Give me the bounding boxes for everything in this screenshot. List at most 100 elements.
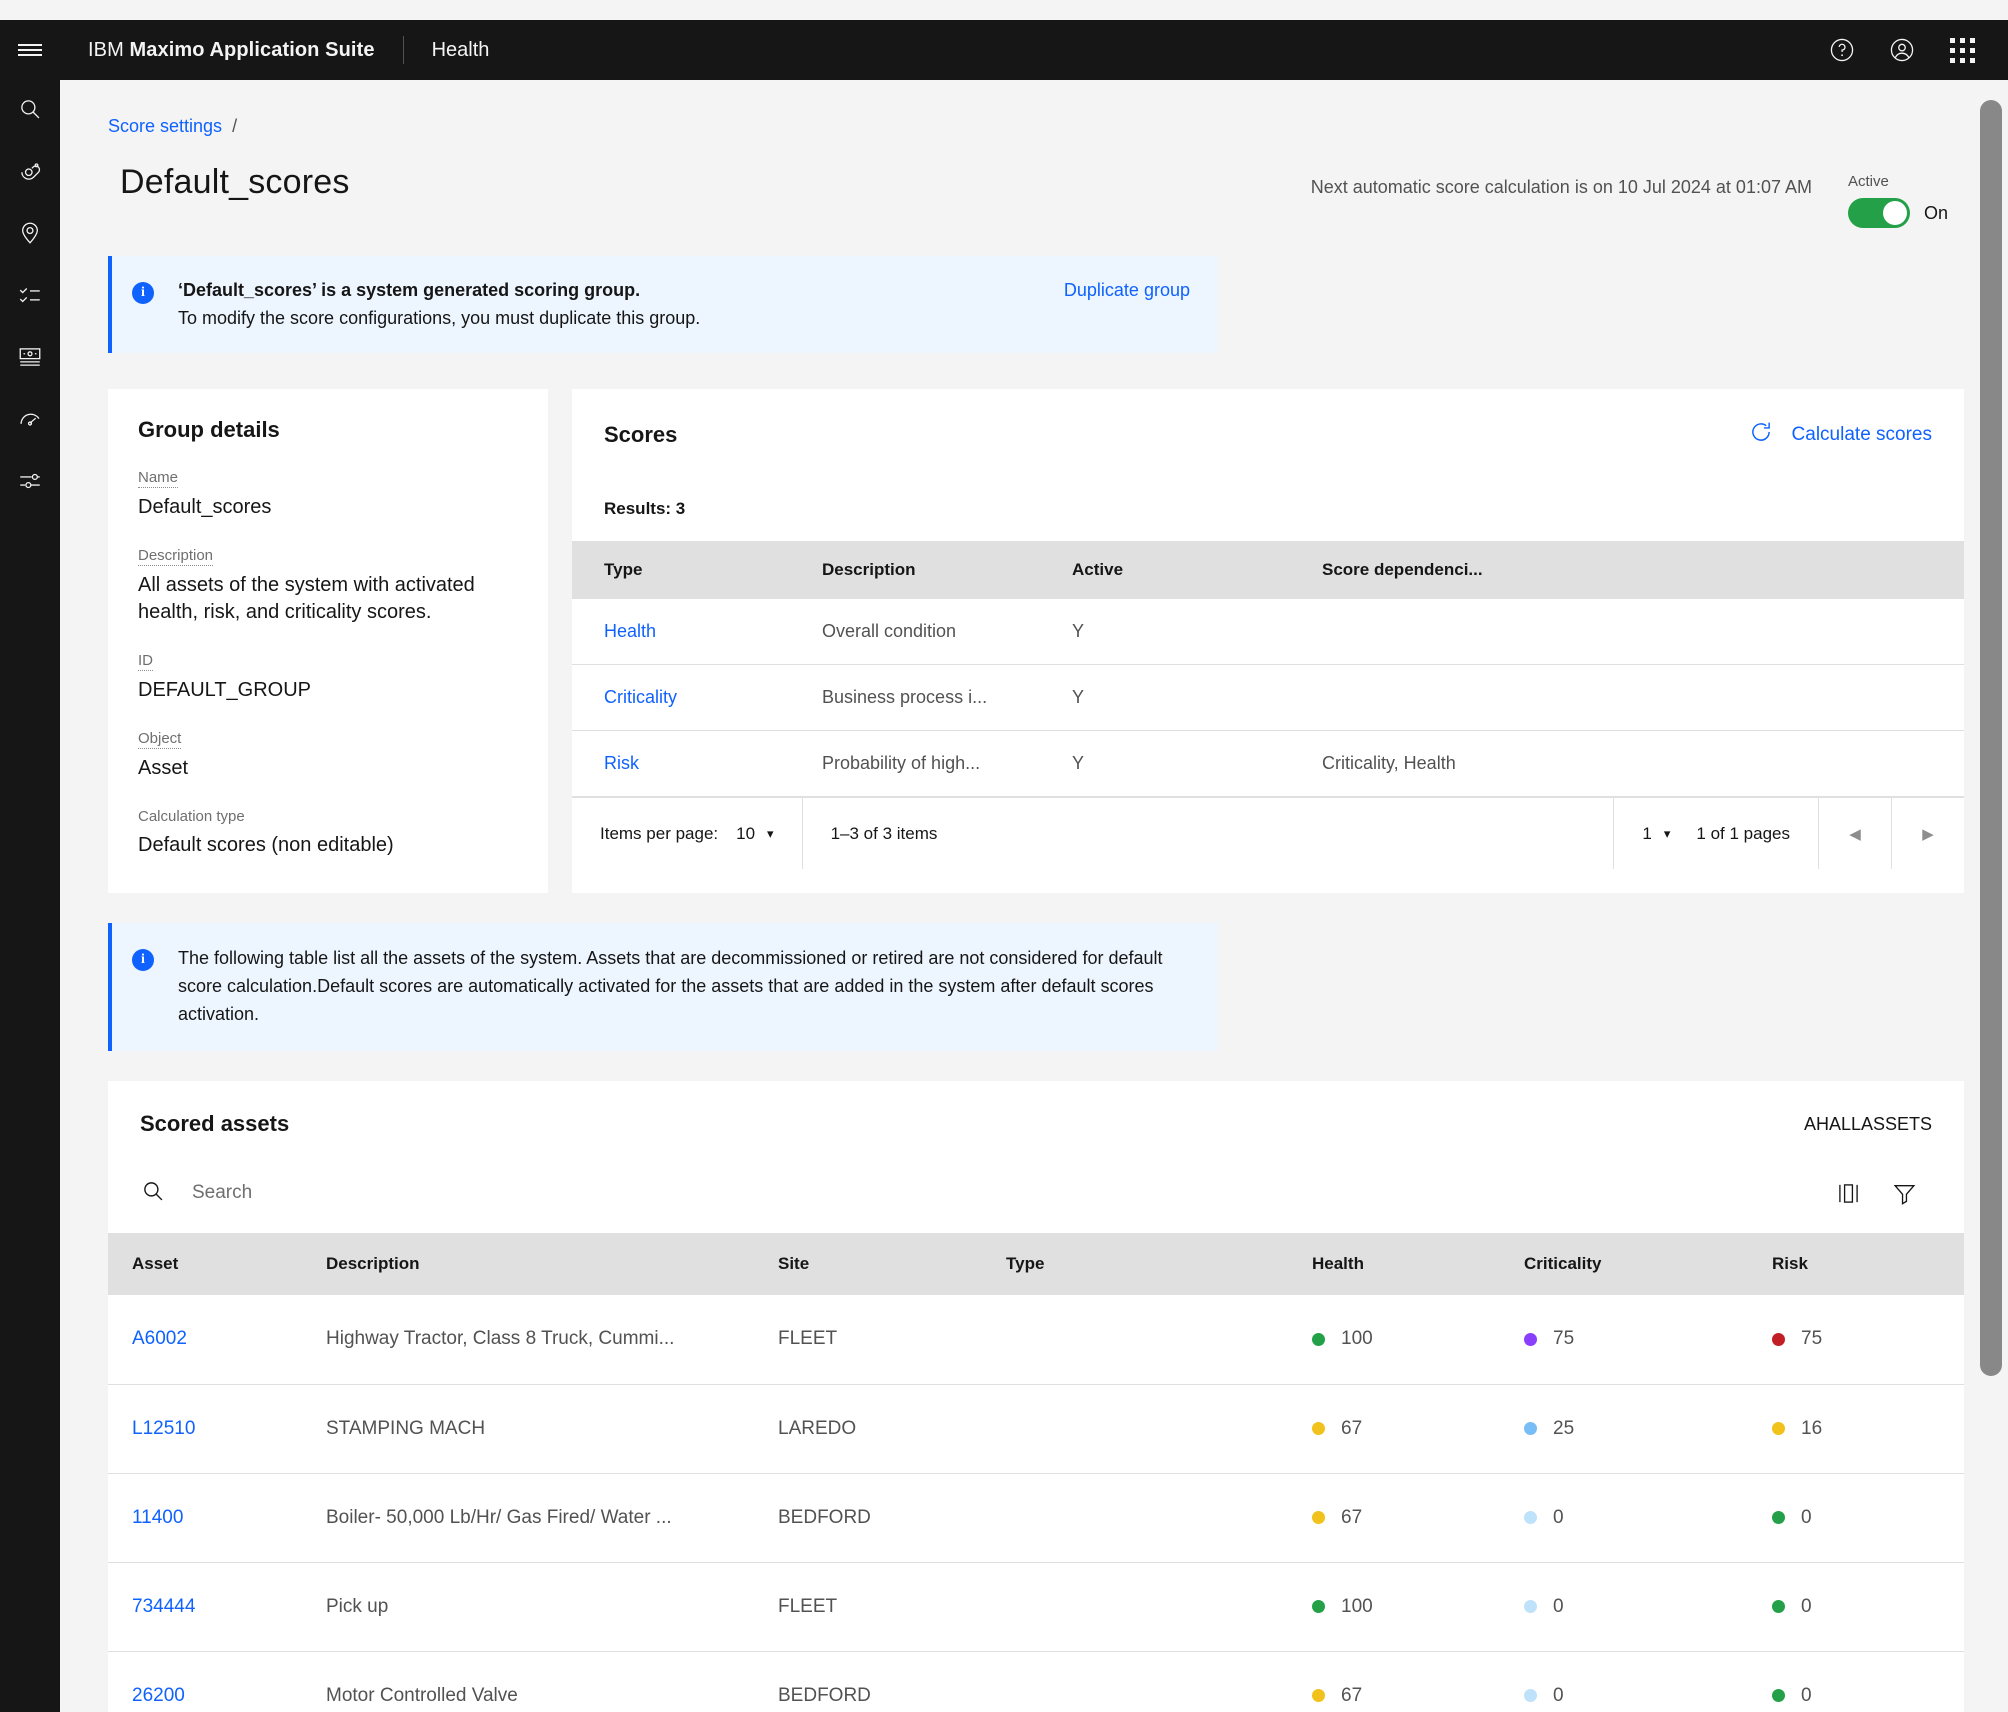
active-toggle[interactable]	[1848, 198, 1910, 228]
caret-left-icon[interactable]: ◀	[1819, 798, 1891, 869]
scores-col-dependencies[interactable]: Score dependenci...	[1322, 541, 1964, 600]
global-header-actions	[1812, 20, 2008, 80]
scores-pagination: Items per page: 10 ▾ 1–3 of 3 items 1 ▾	[572, 797, 1964, 870]
score-type-link[interactable]: Health	[604, 621, 656, 641]
breadcrumb-link-score-settings[interactable]: Score settings	[108, 116, 222, 136]
items-per-page-select[interactable]: 10 ▾	[736, 824, 773, 844]
scores-table: Type Description Active Score dependenci…	[572, 541, 1964, 798]
assets-col-criticality[interactable]: Criticality	[1524, 1233, 1772, 1296]
asset-link[interactable]: A6002	[132, 1328, 187, 1349]
asset-health-score: 100	[1312, 1295, 1524, 1385]
score-status-dot	[1312, 1332, 1325, 1346]
help-icon[interactable]	[1812, 20, 1872, 80]
app-switcher-icon[interactable]	[1932, 20, 1992, 80]
score-type-link[interactable]: Risk	[604, 753, 639, 773]
column-settings-icon[interactable]	[1820, 1165, 1876, 1221]
details-and-scores: Group details Name Default_scores Descri…	[108, 389, 1964, 894]
calculate-scores-button[interactable]: Calculate scores	[1730, 419, 1932, 451]
score-value: 0	[1553, 1595, 1564, 1617]
score-status-dot	[1524, 1332, 1537, 1346]
score-value: 67	[1341, 1506, 1363, 1528]
assets-col-health[interactable]: Health	[1312, 1233, 1524, 1296]
table-row[interactable]: Criticality Business process i... Y	[572, 664, 1964, 732]
scored-assets-tag: AHALLASSETS	[1803, 1113, 1932, 1134]
score-value: 25	[1553, 1417, 1575, 1439]
asset-criticality-score: 0	[1524, 1473, 1772, 1563]
sliders-settings-icon	[17, 468, 43, 499]
sidebar-item-search[interactable]	[0, 80, 60, 142]
assets-col-type[interactable]: Type	[1006, 1233, 1312, 1296]
scores-results-count: Results: 3	[604, 499, 686, 519]
score-status-dot	[1312, 1600, 1325, 1614]
refresh-icon	[1748, 419, 1774, 451]
field-id: ID DEFAULT_GROUP	[138, 652, 518, 704]
table-row[interactable]: A6002 Highway Tractor, Class 8 Truck, Cu…	[108, 1295, 1964, 1385]
assets-col-description[interactable]: Description	[326, 1233, 778, 1296]
field-calculation-type: Calculation type Default scores (non edi…	[138, 808, 518, 859]
asset-tag-icon	[17, 158, 43, 189]
page-select[interactable]: 1 ▾	[1642, 824, 1670, 844]
sidebar-item-locations[interactable]	[0, 204, 60, 266]
table-row[interactable]: Risk Probability of high... Y Criticalit…	[572, 730, 1964, 798]
brand-title[interactable]: IBM Maximo Application Suite	[88, 39, 375, 62]
asset-health-score: 67	[1312, 1473, 1524, 1563]
score-value: 16	[1801, 1417, 1823, 1439]
duplicate-group-link[interactable]: Duplicate group	[1064, 280, 1190, 301]
location-pin-icon	[17, 220, 43, 251]
score-value: 75	[1553, 1328, 1575, 1350]
scores-col-type[interactable]: Type	[572, 541, 822, 600]
table-row[interactable]: 734444 Pick up FLEET 100 0 0	[108, 1562, 1964, 1652]
asset-link[interactable]: 26200	[132, 1685, 185, 1706]
assets-col-risk[interactable]: Risk	[1772, 1233, 1964, 1296]
field-value: Default scores (non editable)	[138, 834, 394, 857]
asset-link[interactable]: 734444	[132, 1596, 195, 1617]
asset-link[interactable]: L12510	[132, 1418, 195, 1439]
asset-type	[1006, 1562, 1312, 1652]
score-status-dot	[1312, 1689, 1325, 1703]
sidebar-item-meters[interactable]	[0, 328, 60, 390]
caret-right-icon[interactable]: ▶	[1892, 798, 1964, 869]
table-row[interactable]: L12510 STAMPING MACH LAREDO 67 25 16	[108, 1384, 1964, 1474]
filter-icon[interactable]	[1876, 1165, 1932, 1221]
sidebar-item-assets[interactable]	[0, 142, 60, 204]
items-per-page-label: Items per page:	[600, 823, 719, 843]
field-label: Calculation type	[138, 808, 245, 826]
information-icon: i	[132, 949, 154, 972]
information-icon: i	[132, 282, 154, 304]
brand-prefix: IBM	[88, 38, 124, 61]
field-label: Description	[138, 547, 214, 567]
table-row[interactable]: 26200 Motor Controlled Valve BEDFORD 67 …	[108, 1651, 1964, 1712]
assets-col-site[interactable]: Site	[778, 1233, 1006, 1296]
vertical-scrollbar[interactable]	[1980, 100, 2002, 1376]
sidebar-item-worklists[interactable]	[0, 266, 60, 328]
scores-col-active[interactable]: Active	[1072, 541, 1322, 600]
search-box[interactable]	[140, 1178, 1820, 1209]
assets-table-header-row: Asset Description Site Type Health Criti…	[108, 1233, 1964, 1296]
scores-col-description[interactable]: Description	[822, 541, 1072, 600]
user-avatar-icon[interactable]	[1872, 20, 1932, 80]
hamburger-menu-icon[interactable]	[0, 20, 60, 80]
sidebar-item-score-settings[interactable]	[0, 452, 60, 514]
score-status-dot	[1524, 1511, 1537, 1525]
search-icon	[17, 96, 43, 127]
group-details-heading: Group details	[138, 417, 280, 443]
asset-link[interactable]: 11400	[132, 1507, 183, 1528]
field-name: Name Default_scores	[138, 469, 518, 521]
active-toggle-label: Active	[1848, 173, 1889, 190]
asset-description: Pick up	[326, 1562, 778, 1652]
sidebar-item-conditions[interactable]	[0, 390, 60, 452]
field-label: ID	[138, 652, 153, 672]
table-row[interactable]: 11400 Boiler- 50,000 Lb/Hr/ Gas Fired/ W…	[108, 1473, 1964, 1563]
search-input[interactable]	[192, 1182, 792, 1205]
table-row[interactable]: Health Overall condition Y	[572, 599, 1964, 666]
next-calculation-note: Next automatic score calculation is on 1…	[1310, 177, 1812, 197]
score-type-link[interactable]: Criticality	[604, 687, 677, 707]
score-value: 100	[1341, 1595, 1373, 1617]
assets-col-asset[interactable]: Asset	[108, 1233, 326, 1296]
asset-health-score: 67	[1312, 1651, 1524, 1712]
asset-type	[1006, 1384, 1312, 1474]
field-value: DEFAULT_GROUP	[138, 679, 311, 702]
system-group-notification: i ‘Default_scores’ is a system generated…	[108, 256, 1218, 354]
calculate-scores-label: Calculate scores	[1791, 424, 1932, 446]
score-value: 0	[1801, 1506, 1812, 1528]
